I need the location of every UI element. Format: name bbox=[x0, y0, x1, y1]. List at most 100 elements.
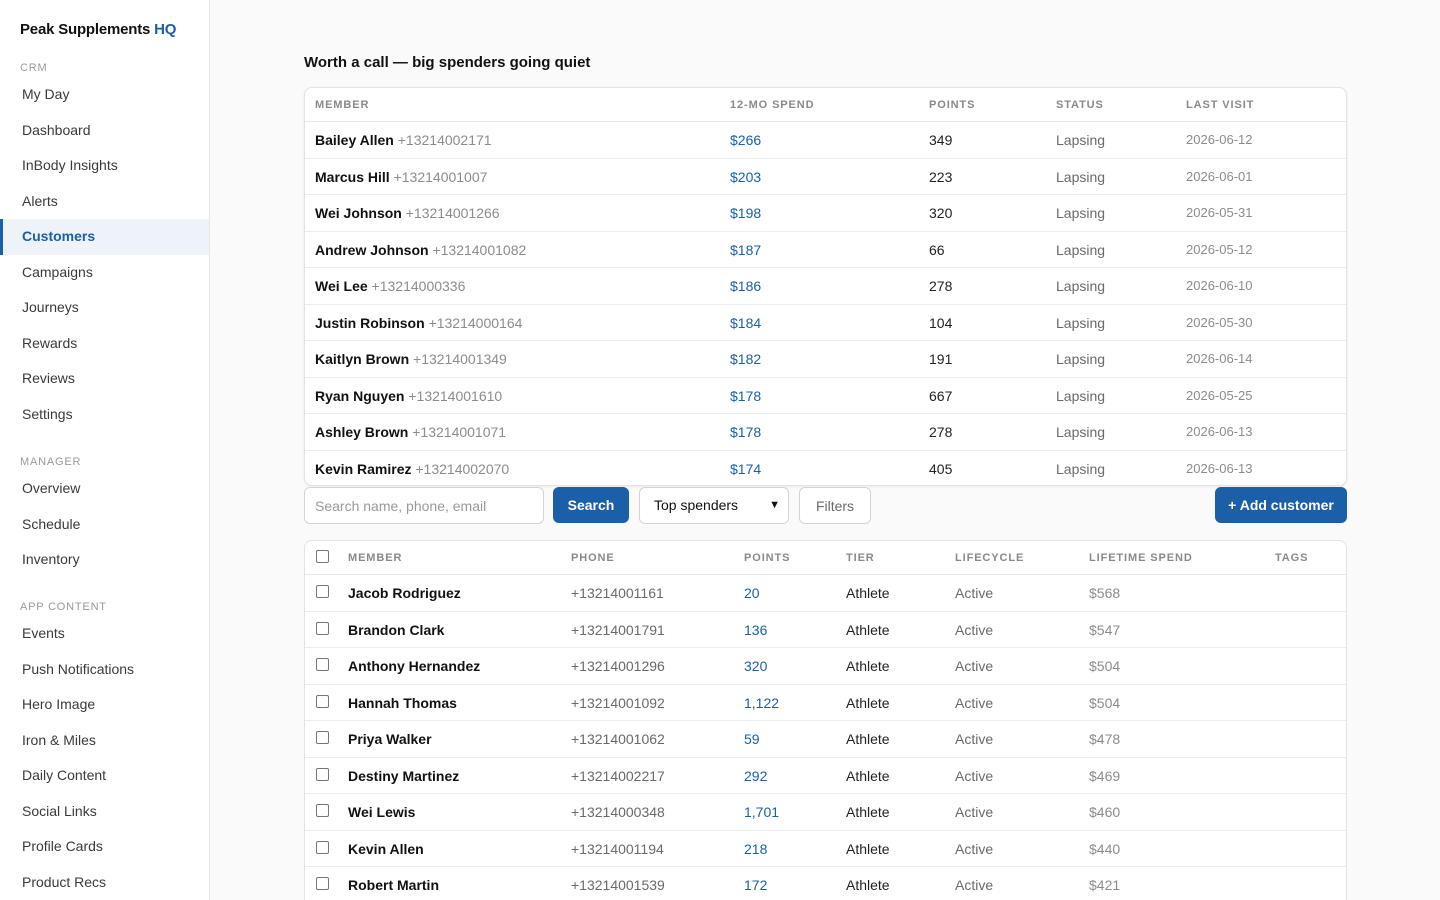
member-name[interactable]: Jacob Rodriguez bbox=[348, 575, 461, 611]
sidebar-item-overview[interactable]: Overview bbox=[0, 471, 209, 507]
sidebar-item-events[interactable]: Events bbox=[0, 616, 209, 652]
col-header-lifecycle[interactable]: LIFECYCLE bbox=[955, 541, 1024, 575]
sidebar-item-customers[interactable]: Customers bbox=[0, 219, 209, 255]
sidebar-item-dashboard[interactable]: Dashboard bbox=[0, 113, 209, 149]
table-row[interactable]: Destiny Martinez +13214002217 292 Athlete Ac… bbox=[305, 758, 1346, 794]
table-row[interactable]: Hannah Thomas +13214001092 1,122 Athlete Act… bbox=[305, 685, 1346, 721]
row-checkbox[interactable] bbox=[316, 694, 329, 708]
col-header-points[interactable]: POINTS bbox=[744, 541, 790, 575]
member-name[interactable]: Destiny Martinez bbox=[348, 758, 459, 794]
row-checkbox[interactable] bbox=[316, 658, 329, 671]
sidebar-item-campaigns[interactable]: Campaigns bbox=[0, 255, 209, 291]
filters-button[interactable]: Filters bbox=[799, 487, 871, 524]
brand-logo[interactable]: Peak Supplements HQ bbox=[20, 21, 176, 38]
sidebar-item-hero-image[interactable]: Hero Image bbox=[0, 687, 209, 723]
table-row[interactable]: Kevin Allen +13214001194 218 Athlete Active $… bbox=[305, 831, 1346, 867]
points-cell[interactable]: 218 bbox=[744, 831, 767, 867]
col-header-member[interactable]: MEMBER bbox=[315, 88, 369, 122]
points-cell[interactable]: 320 bbox=[744, 648, 767, 684]
col-header-12mo-spend[interactable]: 12-MO SPEND bbox=[730, 88, 814, 122]
row-checkbox[interactable] bbox=[316, 840, 329, 854]
member-name[interactable]: Justin Robinson bbox=[315, 315, 425, 331]
sidebar-item-rewards[interactable]: Rewards bbox=[0, 326, 209, 362]
row-checkbox[interactable] bbox=[316, 767, 329, 781]
sidebar-item-my-day[interactable]: My Day bbox=[0, 77, 209, 113]
table-row[interactable]: Wei Lewis +13214000348 1,701 Athlete Active $… bbox=[305, 794, 1346, 831]
sidebar-item-schedule[interactable]: Schedule bbox=[0, 507, 209, 543]
table-row[interactable]: Justin Robinson +13214000164 $184 104 Lapsi… bbox=[305, 305, 1346, 341]
member-name[interactable]: Robert Martin bbox=[348, 867, 439, 900]
member-name[interactable]: Kevin Allen bbox=[348, 831, 424, 867]
points-cell[interactable]: 20 bbox=[744, 575, 760, 611]
points-cell[interactable]: 136 bbox=[744, 612, 767, 648]
sidebar-item-social-links[interactable]: Social Links bbox=[0, 794, 209, 830]
sidebar-item-product-recs[interactable]: Product Recs bbox=[0, 865, 209, 900]
sidebar-item-iron-and-miles[interactable]: Iron & Miles bbox=[0, 723, 209, 759]
row-checkbox[interactable] bbox=[316, 621, 329, 635]
table-row[interactable]: Andrew Johnson +13214001082 $187 66 Lapsing… bbox=[305, 232, 1346, 268]
member-name[interactable]: Ashley Brown bbox=[315, 424, 408, 440]
col-header-member[interactable]: MEMBER bbox=[348, 541, 402, 575]
member-name[interactable]: Bailey Allen bbox=[315, 132, 394, 148]
table-row[interactable]: Ryan Nguyen +13214001610 $178 667 Lapsing 20… bbox=[305, 378, 1346, 414]
member-name[interactable]: Kevin Ramirez bbox=[315, 461, 411, 477]
table-row[interactable]: Kevin Ramirez +13214002070 $174 405 Lapsing… bbox=[305, 451, 1346, 486]
member-name[interactable]: Wei Lewis bbox=[348, 794, 415, 830]
sort-select[interactable]: Top spenders ▼ bbox=[639, 487, 789, 524]
points-cell[interactable]: 292 bbox=[744, 758, 767, 794]
table-row[interactable]: Wei Johnson +13214001266 $198 320 Lapsing 20… bbox=[305, 195, 1346, 232]
tier-cell: Athlete bbox=[846, 694, 890, 711]
points-cell[interactable]: 1,701 bbox=[744, 794, 779, 830]
table-row[interactable]: Wei Lee +13214000336 $186 278 Lapsing 2026-0… bbox=[305, 268, 1346, 305]
table-row[interactable]: Marcus Hill +13214001007 $203 223 Lapsing 20… bbox=[305, 159, 1346, 195]
table-row[interactable]: Bailey Allen +13214002171 $266 349 Lapsing 2… bbox=[305, 122, 1346, 159]
row-checkbox[interactable] bbox=[316, 877, 329, 890]
add-customer-button[interactable]: + Add customer bbox=[1215, 487, 1347, 523]
col-header-phone[interactable]: PHONE bbox=[571, 541, 615, 575]
sidebar-item-inventory[interactable]: Inventory bbox=[0, 542, 209, 578]
member-name[interactable]: Wei Johnson bbox=[315, 205, 402, 221]
sidebar-item-daily-content[interactable]: Daily Content bbox=[0, 758, 209, 794]
row-checkbox[interactable] bbox=[316, 731, 329, 744]
col-header-lifetime-spend[interactable]: LIFETIME SPEND bbox=[1089, 541, 1193, 575]
sidebar-item-inbody-insights[interactable]: InBody Insights bbox=[0, 148, 209, 184]
sidebar-item-settings[interactable]: Settings bbox=[0, 397, 209, 433]
select-all-checkbox[interactable] bbox=[316, 550, 329, 563]
member-name[interactable]: Andrew Johnson bbox=[315, 242, 429, 258]
table-row[interactable]: Jacob Rodriguez +13214001161 20 Athlete Acti… bbox=[305, 575, 1346, 612]
table-row[interactable]: Priya Walker +13214001062 59 Athlete Active $… bbox=[305, 721, 1346, 758]
sidebar-item-reviews[interactable]: Reviews bbox=[0, 361, 209, 397]
sidebar-item-alerts[interactable]: Alerts bbox=[0, 184, 209, 220]
table-row[interactable]: Robert Martin +13214001539 172 Athlete Activ… bbox=[305, 867, 1346, 900]
search-button[interactable]: Search bbox=[553, 487, 629, 523]
member-name[interactable]: Priya Walker bbox=[348, 721, 432, 757]
table-row[interactable]: Ashley Brown +13214001071 $178 278 Lapsing 2… bbox=[305, 414, 1346, 451]
table-row[interactable]: Brandon Clark +13214001791 136 Athlete Activ… bbox=[305, 612, 1346, 648]
col-header-last-visit[interactable]: LAST VISIT bbox=[1186, 88, 1254, 122]
phone-cell: +13214001194 bbox=[571, 840, 664, 857]
member-phone: +13214000164 bbox=[428, 314, 523, 331]
table-row[interactable]: Anthony Hernandez +13214001296 320 Athlete A… bbox=[305, 648, 1346, 685]
member-name[interactable]: Hannah Thomas bbox=[348, 685, 457, 721]
row-checkbox[interactable] bbox=[316, 585, 329, 598]
member-name[interactable]: Kaitlyn Brown bbox=[315, 351, 409, 367]
points-cell[interactable]: 172 bbox=[744, 867, 767, 900]
sidebar-item-push-notifications[interactable]: Push Notifications bbox=[0, 652, 209, 688]
member-name[interactable]: Marcus Hill bbox=[315, 169, 390, 185]
points-cell[interactable]: 1,122 bbox=[744, 685, 779, 721]
member-name[interactable]: Wei Lee bbox=[315, 278, 368, 294]
col-header-status[interactable]: STATUS bbox=[1056, 88, 1104, 122]
brand-name: Peak Supplements bbox=[20, 21, 151, 38]
row-checkbox[interactable] bbox=[316, 804, 329, 817]
member-name[interactable]: Anthony Hernandez bbox=[348, 648, 480, 684]
member-name[interactable]: Brandon Clark bbox=[348, 612, 444, 648]
sidebar-item-journeys[interactable]: Journeys bbox=[0, 290, 209, 326]
col-header-tags[interactable]: TAGS bbox=[1275, 541, 1308, 575]
points-cell[interactable]: 59 bbox=[744, 721, 760, 757]
sidebar-item-profile-cards[interactable]: Profile Cards bbox=[0, 829, 209, 865]
search-input[interactable] bbox=[304, 487, 544, 524]
col-header-tier[interactable]: TIER bbox=[846, 541, 875, 575]
table-row[interactable]: Kaitlyn Brown +13214001349 $182 191 Lapsing… bbox=[305, 341, 1346, 378]
col-header-points[interactable]: POINTS bbox=[929, 88, 975, 122]
member-name[interactable]: Ryan Nguyen bbox=[315, 388, 404, 404]
